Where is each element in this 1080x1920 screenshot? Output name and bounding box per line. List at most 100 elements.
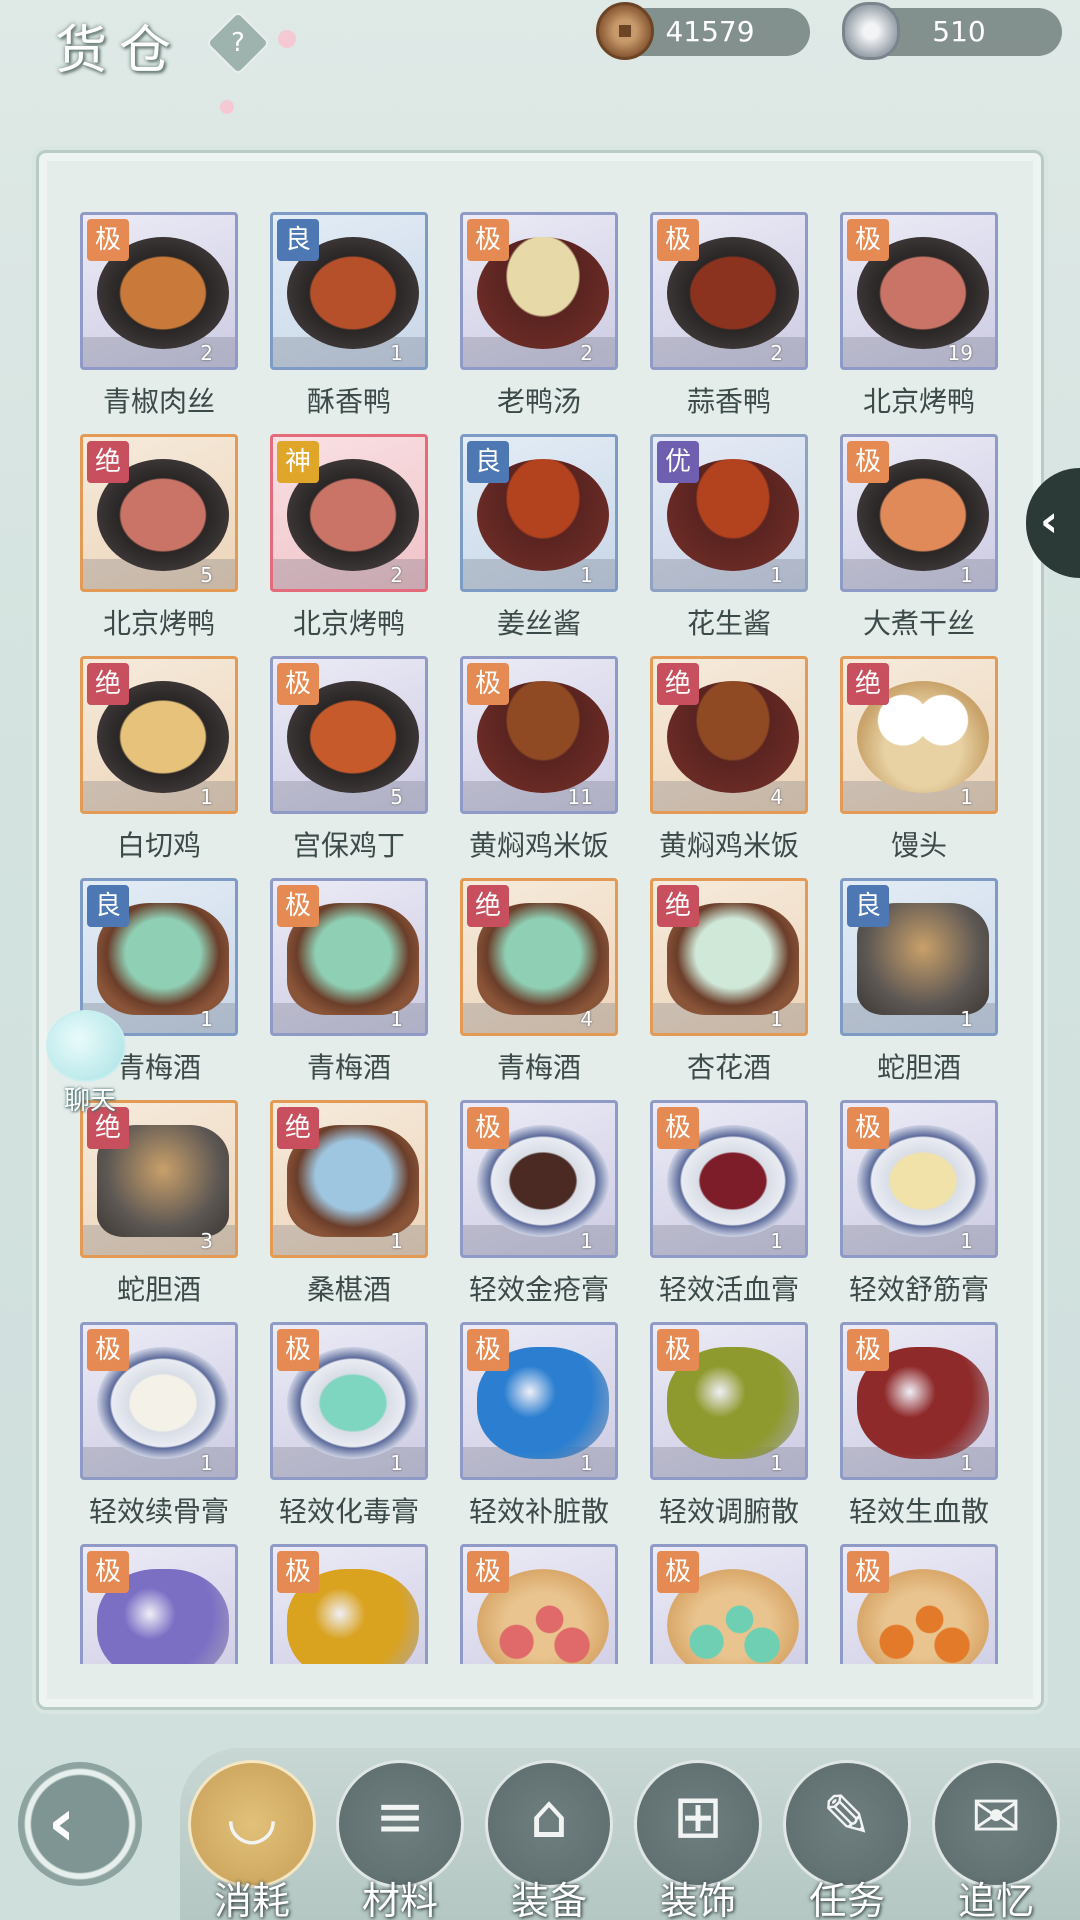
- inventory-item[interactable]: 良 1 酥香鸭: [270, 212, 430, 434]
- inventory-item[interactable]: 绝 1 杏花酒: [650, 878, 810, 1100]
- item-name: 轻效补脏散: [468, 1495, 609, 1528]
- inventory-item[interactable]: 极: [80, 1544, 240, 1664]
- inventory-item[interactable]: 良 1 蛇胆酒: [840, 878, 1000, 1100]
- item-name: 轻效活血膏: [658, 1273, 799, 1306]
- inventory-item[interactable]: 良 1 姜丝酱: [460, 434, 620, 656]
- quality-badge: 极: [657, 1107, 699, 1149]
- item-card[interactable]: 极1: [840, 1100, 998, 1258]
- inventory-item[interactable]: 绝 1 桑椹酒: [270, 1100, 430, 1322]
- inventory-item[interactable]: 优 1 花生酱: [650, 434, 810, 656]
- item-card[interactable]: 优1: [650, 434, 808, 592]
- item-card[interactable]: 极: [840, 1544, 998, 1664]
- item-count: 4: [770, 785, 783, 809]
- inventory-item[interactable]: 绝 1 馒头: [840, 656, 1000, 878]
- item-card[interactable]: 极1: [650, 1322, 808, 1480]
- quality-badge: 极: [467, 1107, 509, 1149]
- item-card[interactable]: 极2: [80, 212, 238, 370]
- quality-badge: 极: [467, 1551, 509, 1593]
- tab-task[interactable]: ✎ 任务: [783, 1760, 911, 1920]
- inventory-item[interactable]: 绝 5 北京烤鸭: [80, 434, 240, 656]
- inventory-item[interactable]: 极 2 老鸭汤: [460, 212, 620, 434]
- inventory-item[interactable]: 极 1 轻效化毒膏: [270, 1322, 430, 1544]
- item-card[interactable]: 极1: [460, 1100, 618, 1258]
- item-card[interactable]: 极 11: [460, 656, 618, 814]
- quality-badge: 绝: [277, 1107, 319, 1149]
- inventory-item[interactable]: 极 5 宫保鸡丁: [270, 656, 430, 878]
- item-count: 5: [390, 785, 403, 809]
- inventory-item[interactable]: 极 1 轻效活血膏: [650, 1100, 810, 1322]
- item-count: 1: [390, 1229, 403, 1253]
- item-name: 杏花酒: [686, 1051, 771, 1084]
- inventory-item[interactable]: 极 1 大煮干丝: [840, 434, 1000, 656]
- item-card[interactable]: 绝5: [80, 434, 238, 592]
- help-button[interactable]: ?: [205, 10, 271, 76]
- item-card[interactable]: 绝4: [460, 878, 618, 1036]
- item-card[interactable]: 极2: [460, 212, 618, 370]
- item-card[interactable]: 极1: [460, 1322, 618, 1480]
- item-card[interactable]: 极1: [270, 1322, 428, 1480]
- tab-label: 任务: [808, 1879, 885, 1920]
- quality-badge: 极: [467, 663, 509, 705]
- item-card[interactable]: 绝1: [80, 656, 238, 814]
- item-count: 1: [200, 1451, 213, 1475]
- bowl-icon: ◡: [225, 1782, 279, 1852]
- tab-equip[interactable]: ⌂ 装备: [485, 1760, 613, 1920]
- item-card[interactable]: 极5: [270, 656, 428, 814]
- inventory-item[interactable]: 极 1 轻效金疮膏: [460, 1100, 620, 1322]
- item-name: 老鸭汤: [496, 385, 581, 418]
- inventory-item[interactable]: 极: [460, 1544, 620, 1664]
- inventory-item[interactable]: 极: [840, 1544, 1000, 1664]
- inventory-item[interactable]: 极 1 轻效生血散: [840, 1322, 1000, 1544]
- item-card[interactable]: 绝3: [80, 1100, 238, 1258]
- item-card[interactable]: 极1: [840, 1322, 998, 1480]
- tab-memory[interactable]: ✉ 追忆: [932, 1760, 1060, 1920]
- item-card[interactable]: 极1: [270, 878, 428, 1036]
- item-card[interactable]: 极 19: [840, 212, 998, 370]
- inventory-item[interactable]: 极 1 轻效调腑散: [650, 1322, 810, 1544]
- inventory-grid[interactable]: 极 2 青椒肉丝良 1 酥香鸭极 2 老鸭汤极 2 蒜香鸭极 19 北京烤鸭绝 5 北京烤鸭神 2 北京烤鸭…: [80, 212, 1000, 1664]
- item-name: 青梅酒: [306, 1051, 391, 1084]
- item-card[interactable]: 极2: [650, 212, 808, 370]
- inventory-item[interactable]: 极 1 轻效补脏散: [460, 1322, 620, 1544]
- inventory-item[interactable]: 极 1 轻效续骨膏: [80, 1322, 240, 1544]
- inventory-item[interactable]: 极: [650, 1544, 810, 1664]
- back-button[interactable]: ‹: [18, 1762, 142, 1886]
- tab-material[interactable]: ≡ 材料: [336, 1760, 464, 1920]
- item-card[interactable]: 绝1: [650, 878, 808, 1036]
- item-name: 黄焖鸡米饭: [468, 829, 609, 862]
- item-card[interactable]: 良1: [270, 212, 428, 370]
- item-card[interactable]: 极1: [840, 434, 998, 592]
- inventory-item[interactable]: 绝 4 青梅酒: [460, 878, 620, 1100]
- item-card[interactable]: 神2: [270, 434, 428, 592]
- quality-badge: 极: [657, 1551, 699, 1593]
- inventory-item[interactable]: 极 1 轻效舒筋膏: [840, 1100, 1000, 1322]
- inventory-item[interactable]: 极 1 青梅酒: [270, 878, 430, 1100]
- inventory-item[interactable]: 极 2 蒜香鸭: [650, 212, 810, 434]
- item-name: 蛇胆酒: [116, 1273, 201, 1306]
- inventory-item[interactable]: 极 2 青椒肉丝: [80, 212, 240, 434]
- item-card[interactable]: 极: [80, 1544, 238, 1664]
- inventory-item[interactable]: 极 11 黄焖鸡米饭: [460, 656, 620, 878]
- tab-consume[interactable]: ◡ 消耗: [188, 1760, 316, 1920]
- item-card[interactable]: 极: [460, 1544, 618, 1664]
- inventory-item[interactable]: 极: [270, 1544, 430, 1664]
- item-card[interactable]: 极: [270, 1544, 428, 1664]
- item-card[interactable]: 良1: [460, 434, 618, 592]
- item-card[interactable]: 极1: [80, 1322, 238, 1480]
- item-count: 11: [567, 785, 593, 809]
- inventory-item[interactable]: 绝 3 蛇胆酒: [80, 1100, 240, 1322]
- item-card[interactable]: 绝1: [840, 656, 998, 814]
- item-card[interactable]: 绝4: [650, 656, 808, 814]
- item-card[interactable]: 绝1: [270, 1100, 428, 1258]
- tab-decor[interactable]: ⊞ 装饰: [634, 1760, 762, 1920]
- item-card[interactable]: 极: [650, 1544, 808, 1664]
- inventory-item[interactable]: 神 2 北京烤鸭: [270, 434, 430, 656]
- quality-badge: 绝: [657, 663, 699, 705]
- chat-button[interactable]: 聊天: [40, 1010, 140, 1120]
- item-card[interactable]: 良1: [840, 878, 998, 1036]
- help-icon: ?: [231, 28, 245, 58]
- inventory-item[interactable]: 绝 1 白切鸡: [80, 656, 240, 878]
- inventory-item[interactable]: 绝 4 黄焖鸡米饭: [650, 656, 810, 878]
- item-card[interactable]: 极1: [650, 1100, 808, 1258]
- inventory-item[interactable]: 极 19 北京烤鸭: [840, 212, 1000, 434]
